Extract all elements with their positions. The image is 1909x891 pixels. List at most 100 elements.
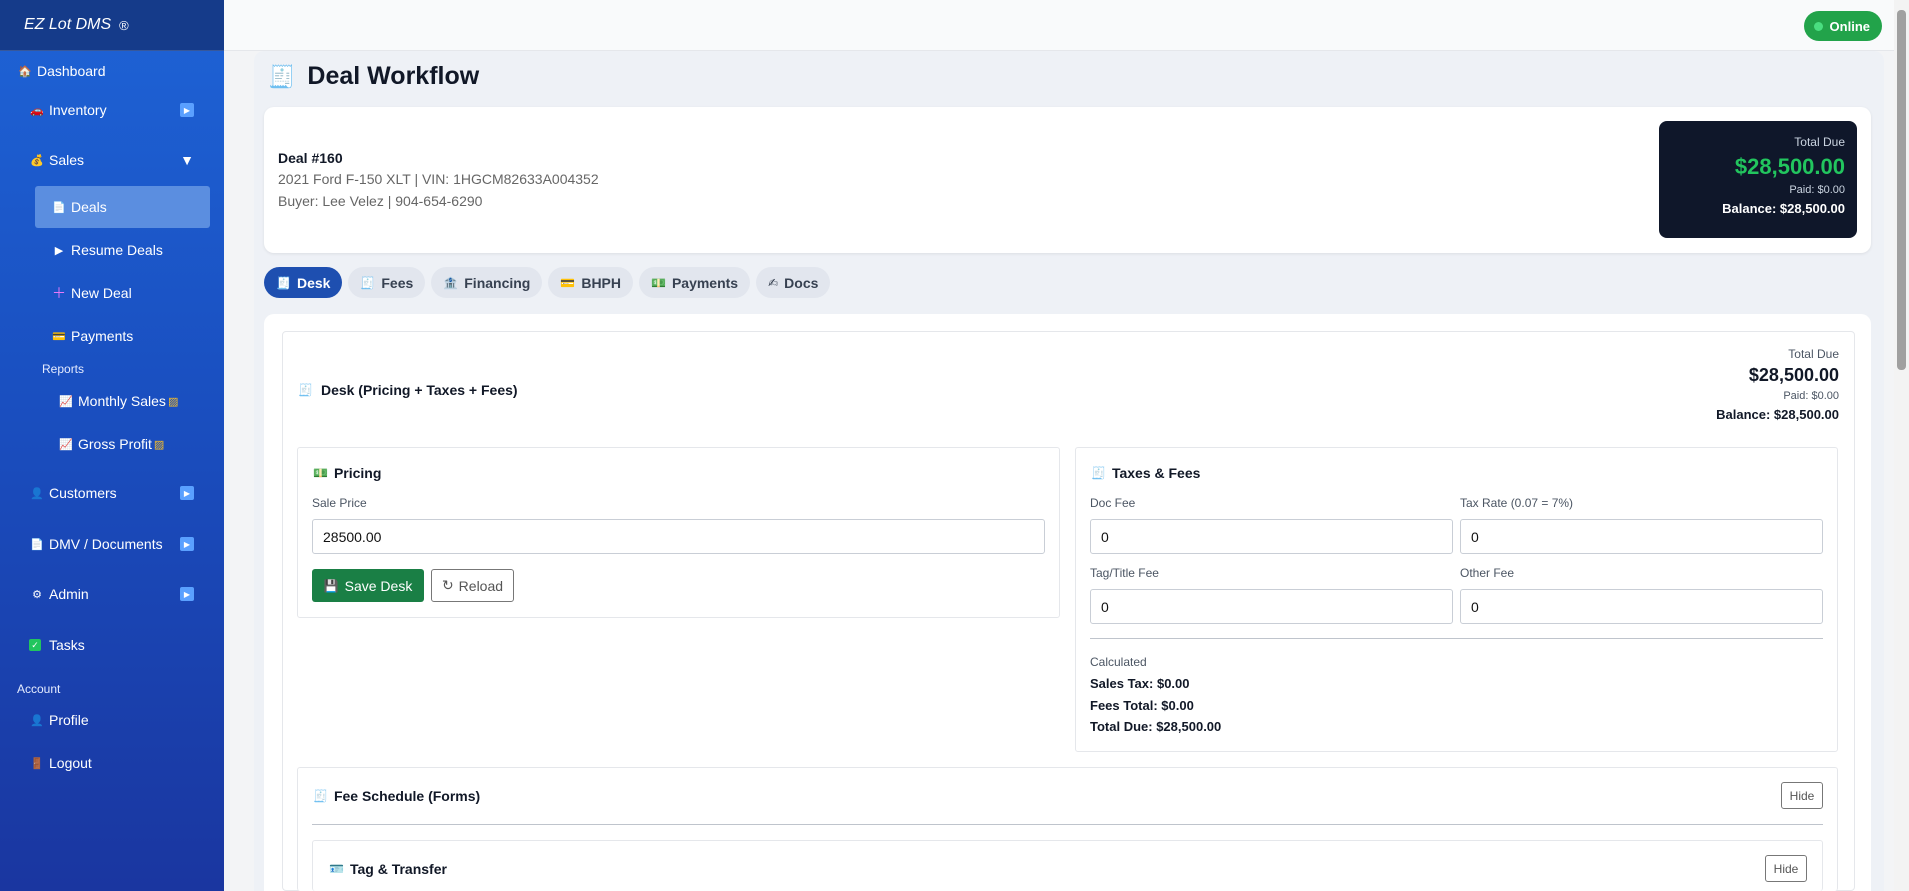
expand-arrow-icon: ▶ (180, 486, 194, 500)
tag-transfer-title-text: Tag & Transfer (349, 861, 447, 877)
calc-divider (1090, 638, 1823, 639)
person-icon: 👤 (30, 487, 44, 500)
expand-arrow-icon: ▶ (180, 587, 194, 601)
tab-desk[interactable]: 🧾 Desk (264, 267, 343, 298)
reload-icon: ↻ (441, 577, 454, 593)
credit-card-icon: 💳 (52, 330, 66, 343)
desk-paid-amount: Paid: $0.00 (1783, 390, 1839, 402)
other-fee-label: Other Fee (1460, 566, 1515, 580)
reload-button[interactable]: ↻ Reload (431, 569, 514, 602)
fees-total-value: Fees Total: $0.00 (1090, 698, 1194, 713)
sale-price-input[interactable]: 28500.00 (312, 519, 1045, 554)
tab-label: Financing (464, 274, 531, 291)
sidebar-item-label: New Deal (71, 285, 132, 301)
brand-name: EZ Lot DMS (24, 16, 112, 33)
tab-docs[interactable]: ✍ Docs (756, 267, 831, 298)
brand[interactable]: EZ Lot DMS ® (0, 0, 224, 51)
workflow-tabs: 🧾 Desk 🧾 Fees 🏦 Financing 💳 BHPH 💵 Payments ✍… (264, 267, 831, 298)
page-title-text: Deal Workflow (307, 62, 480, 90)
tag-title-fee-input[interactable]: 0 (1090, 589, 1453, 624)
sidebar-item-tasks[interactable]: ✓ Tasks (29, 635, 194, 655)
scrollbar[interactable] (1894, 0, 1909, 891)
money-bag-icon: 💰 (30, 154, 44, 167)
document-icon: 📄 (30, 538, 44, 551)
sidebar-item-dmv-documents[interactable]: 📄 DMV / Documents ▶ (29, 534, 194, 554)
sidebar-item-label: DMV / Documents (49, 536, 163, 552)
save-desk-label: Save Desk (344, 577, 413, 594)
doc-fee-input[interactable]: 0 (1090, 519, 1453, 554)
tab-label: BHPH (581, 274, 621, 291)
house-icon: 🏠 (18, 65, 32, 78)
tax-rate-label: Tax Rate (0.07 = 7%) (1460, 496, 1574, 510)
sidebar-item-dashboard[interactable]: 🏠 Dashboard (17, 61, 197, 81)
sidebar-item-label: Logout (49, 755, 92, 771)
gear-icon: ⚙ (32, 588, 42, 601)
deal-summary-card: Deal #160 2021 Ford F-150 XLT | VIN: 1HG… (264, 107, 1871, 253)
sidebar-item-logout[interactable]: 🚪 Logout (29, 753, 194, 773)
topbar: Online (224, 0, 1909, 51)
tab-label: Fees (381, 274, 414, 291)
pricing-title: 💵 Pricing (313, 465, 381, 481)
sidebar-item-inventory[interactable]: 🚗 Inventory ▶ (29, 100, 194, 120)
sidebar-item-monthly-sales[interactable]: 📈 Monthly Sales ▨ (58, 391, 208, 411)
sidebar-item-deals[interactable]: 📄 Deals (51, 197, 201, 217)
play-icon: ▶ (54, 244, 64, 257)
page-title: 🧾 Deal Workflow (268, 62, 479, 91)
sidebar-item-profile[interactable]: 👤 Profile (29, 710, 194, 730)
other-fee-input[interactable]: 0 (1460, 589, 1823, 624)
sidebar-item-new-deal[interactable]: ＋ New Deal (51, 283, 201, 303)
sidebar-item-resume-deals[interactable]: ▶ Resume Deals (51, 240, 201, 260)
receipt-icon: 🧾 (360, 275, 376, 290)
sidebar-item-label: Monthly Sales (78, 393, 166, 409)
status-badge: Online (1803, 11, 1882, 41)
tab-fees[interactable]: 🧾 Fees (348, 267, 426, 298)
id-card-icon: 🪪 (329, 862, 344, 876)
receipt-icon: 🧾 (1091, 466, 1106, 480)
sidebar-item-label: Customers (49, 485, 117, 501)
sidebar-item-customers[interactable]: 👤 Customers ▶ (29, 483, 194, 503)
sidebar-item-sales[interactable]: 💰 Sales ▼ (29, 150, 194, 170)
expand-arrow-icon: ▶ (180, 537, 194, 551)
reload-label: Reload (458, 577, 504, 594)
sidebar-item-label: Payments (71, 328, 134, 344)
sidebar-item-payments[interactable]: 💳 Payments (51, 326, 201, 346)
sidebar-item-label: Gross Profit (78, 436, 152, 452)
balance-amount: Balance: $28,500.00 (1722, 201, 1845, 216)
cash-icon: 💵 (651, 275, 666, 290)
sidebar: EZ Lot DMS ® 🏠 Dashboard 🚗 Inventory ▶ 💰… (0, 0, 224, 891)
sidebar-item-label: Profile (49, 712, 89, 728)
fee-schedule-title-text: Fee Schedule (Forms) (333, 788, 481, 804)
taxes-fees-title: 🧾 Taxes & Fees (1091, 465, 1200, 481)
tab-payments[interactable]: 💵 Payments (639, 267, 751, 298)
pricing-title-text: Pricing (333, 465, 382, 481)
plus-icon: ＋ (52, 285, 66, 301)
deal-vehicle: 2021 Ford F-150 XLT | VIN: 1HGCM82633A00… (278, 171, 599, 187)
sidebar-item-gross-profit[interactable]: 📈 Gross Profit ▨ (58, 434, 208, 454)
total-due-label: Total Due (1794, 135, 1845, 149)
desk-total-due-amount: $28,500.00 (1748, 365, 1839, 385)
status-dot-icon (1813, 21, 1823, 31)
cash-icon: 💵 (313, 466, 328, 480)
chart-icon: 📈 (59, 395, 73, 408)
scrollbar-thumb[interactable] (1897, 10, 1906, 370)
total-due-amount: $28,500.00 (1734, 154, 1845, 179)
desk-total-due-label: Total Due (1788, 347, 1839, 361)
fee-schedule-hide-button[interactable]: Hide (1781, 782, 1823, 809)
sidebar-item-label: Inventory (49, 102, 107, 118)
deal-buyer: Buyer: Lee Velez | 904-654-6290 (278, 193, 483, 209)
tag-title-fee-label: Tag/Title Fee (1090, 566, 1159, 580)
expand-arrow-icon: ▶ (180, 103, 194, 117)
tab-label: Docs (784, 274, 819, 291)
door-icon: 🚪 (30, 757, 44, 770)
tag-transfer-hide-button[interactable]: Hide (1765, 855, 1807, 882)
tax-rate-input[interactable]: 0 (1460, 519, 1823, 554)
sidebar-item-label: Sales (49, 152, 85, 168)
total-due-box: Total Due $28,500.00 Paid: $0.00 Balance… (1659, 121, 1857, 238)
construction-icon: ▨ (167, 395, 179, 408)
fee-schedule-title: 🧾 Fee Schedule (Forms) (313, 788, 480, 804)
sidebar-item-admin[interactable]: ⚙ Admin ▶ (29, 584, 194, 604)
sidebar-item-label: Resume Deals (71, 242, 163, 258)
tab-bhph[interactable]: 💳 BHPH (548, 267, 633, 298)
save-desk-button[interactable]: 💾 Save Desk (312, 569, 424, 602)
tab-financing[interactable]: 🏦 Financing (431, 267, 543, 298)
